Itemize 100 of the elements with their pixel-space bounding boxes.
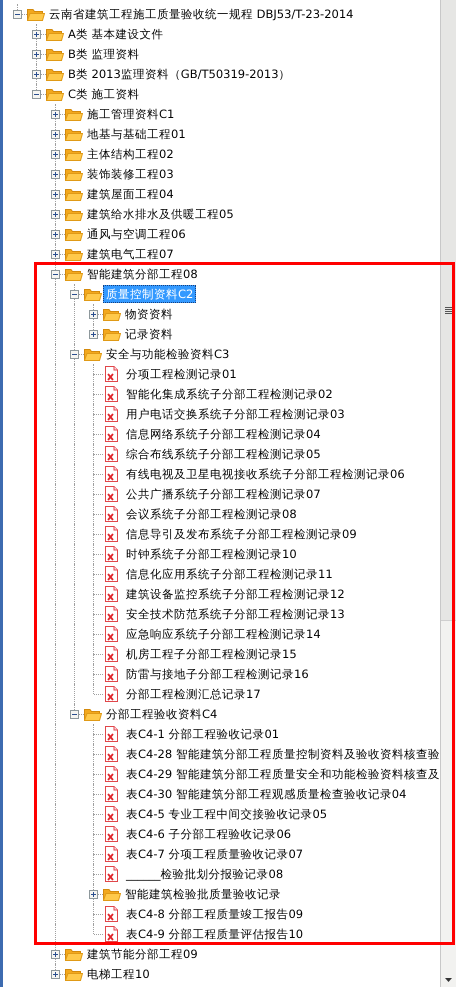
expand-icon[interactable] [89,890,98,899]
document-x-icon [105,866,118,882]
collapse-icon[interactable] [51,270,60,279]
folder-label[interactable]: 装饰装修工程03 [84,165,177,183]
document-x-icon [105,606,118,622]
folder-icon [65,207,83,221]
expand-icon[interactable] [32,50,41,59]
folder-icon [65,147,83,161]
down-arrow-icon [445,978,452,982]
file-label[interactable]: 用户电话交换系统子分部工程检测记录03 [123,405,348,423]
file-label[interactable]: 表C4-28 智能建筑分部工程质量控制资料及验收资料核查验 [123,745,440,763]
document-x-icon [105,566,118,582]
folder-label[interactable]: 记录资料 [122,325,176,343]
document-x-icon [105,406,118,422]
folder-label[interactable]: B类 监理资料 [65,45,143,63]
expand-icon[interactable] [51,950,60,959]
folder-icon [65,247,83,261]
expand-icon[interactable] [51,150,60,159]
document-x-icon [105,666,118,682]
folder-label[interactable]: A类 基本建设文件 [65,25,167,43]
expand-icon[interactable] [51,970,60,979]
file-label[interactable]: 应急响应系统子分部工程检测记录14 [123,625,324,643]
folder-label[interactable]: C类 施工资料 [65,85,143,103]
document-x-icon [105,786,118,802]
file-label[interactable]: 分部工程检测汇总记录17 [123,685,264,703]
file-label[interactable]: 信息网络系统子分部工程检测记录04 [123,425,324,443]
file-label[interactable]: 建筑设备监控系统子分部工程检测记录12 [123,585,348,603]
folder-icon [46,87,64,101]
file-label[interactable]: ______检验批划分报验记录08 [123,865,286,883]
folder-label[interactable]: 电梯工程10 [84,965,153,983]
folder-label[interactable]: 通风与空调工程06 [84,225,189,243]
collapse-icon[interactable] [70,710,79,719]
folder-label[interactable]: B类 2013监理资料（GB/T50319-2013） [65,65,294,83]
grip-icon [444,306,452,314]
folder-icon [27,7,45,21]
document-x-icon [105,486,118,502]
folder-label[interactable]: 智能建筑分部工程08 [84,265,201,283]
document-x-icon [105,726,118,742]
collapse-icon[interactable] [70,350,79,359]
expand-icon[interactable] [51,210,60,219]
folder-label[interactable]: 建筑电气工程07 [84,245,177,263]
document-x-icon [105,846,118,862]
file-label[interactable]: 公共广播系统子分部工程检测记录07 [123,485,324,503]
file-label[interactable]: 安全技术防范系统子分部工程检测记录13 [123,605,348,623]
expand-icon[interactable] [51,170,60,179]
file-label[interactable]: 信息导引及发布系统子分部工程检测记录09 [123,525,360,543]
document-x-icon [105,626,118,642]
file-label[interactable]: 会议系统子分部工程检测记录08 [123,505,300,523]
folder-label[interactable]: 主体结构工程02 [84,145,177,163]
file-label[interactable]: 机房工程子分部工程检测记录15 [123,645,300,663]
folder-icon [46,47,64,61]
folder-label[interactable]: 物资资料 [122,305,176,323]
file-label[interactable]: 表C4-8 分部工程质量竣工报告09 [123,905,306,923]
folder-icon [65,227,83,241]
expand-icon[interactable] [32,30,41,39]
document-x-icon [105,686,118,702]
collapse-icon[interactable] [70,290,79,299]
file-label[interactable]: 表C4-5 专业工程中间交接验收记录05 [123,805,330,823]
file-label[interactable]: 有线电视及卫星电视接收系统子分部工程检测记录06 [123,465,408,483]
expand-icon[interactable] [51,130,60,139]
document-x-icon [105,586,118,602]
file-label[interactable]: 表C4-6 子分部工程验收记录06 [123,825,294,843]
folder-label[interactable]: 地基与基础工程01 [84,125,189,143]
expand-icon[interactable] [89,310,98,319]
document-x-icon [105,646,118,662]
document-x-icon [105,546,118,562]
folder-label[interactable]: 建筑给水排水及供暖工程05 [84,205,237,223]
folder-label[interactable]: 云南省建筑工程施工质量验收统一规程 DBJ53/T-23-2014 [46,5,356,23]
expand-icon[interactable] [32,70,41,79]
file-label[interactable]: 防雷与接地子分部工程检测记录16 [123,665,312,683]
file-label[interactable]: 分项工程检测记录01 [123,365,240,383]
folder-label[interactable]: 分部工程验收资料C4 [103,705,220,723]
file-label[interactable]: 表C4-30 智能建筑分部工程观感质量检查验收记录04 [123,785,410,803]
folder-label[interactable]: 建筑屋面工程04 [84,185,177,203]
folder-icon [65,947,83,961]
expand-icon[interactable] [51,110,60,119]
file-label[interactable]: 时钟系统子分部工程检测记录10 [123,545,300,563]
file-label[interactable]: 表C4-7 分项工程质量验收记录07 [123,845,306,863]
folder-icon [46,67,64,81]
file-label[interactable]: 信息化应用系统子分部工程检测记录11 [123,565,336,583]
folder-icon [65,107,83,121]
collapse-icon[interactable] [32,90,41,99]
document-x-icon [105,906,118,922]
expand-icon[interactable] [51,190,60,199]
file-label[interactable]: 表C4-9 分部工程质量评估报告10 [123,925,306,943]
folder-label[interactable]: 建筑节能分部工程09 [84,945,201,963]
collapse-icon[interactable] [13,10,22,19]
file-label[interactable]: 综合布线系统子分部工程检测记录05 [123,445,324,463]
file-label[interactable]: 智能化集成系统子分部工程检测记录02 [123,385,336,403]
folder-label[interactable]: 智能建筑检验批质量验收记录 [122,885,284,903]
expand-icon[interactable] [51,230,60,239]
folder-label[interactable]: 安全与功能检验资料C3 [103,345,232,363]
document-x-icon [105,426,118,442]
folder-icon [84,347,102,361]
folder-icon [65,127,83,141]
expand-icon[interactable] [51,250,60,259]
file-label[interactable]: 表C4-1 分部工程验收记录01 [123,725,282,743]
file-label[interactable]: 表C4-29 智能建筑分部工程质量安全和功能检验资料核查及 [123,765,440,783]
folder-label[interactable]: 施工管理资料C1 [84,105,178,123]
expand-icon[interactable] [89,330,98,339]
